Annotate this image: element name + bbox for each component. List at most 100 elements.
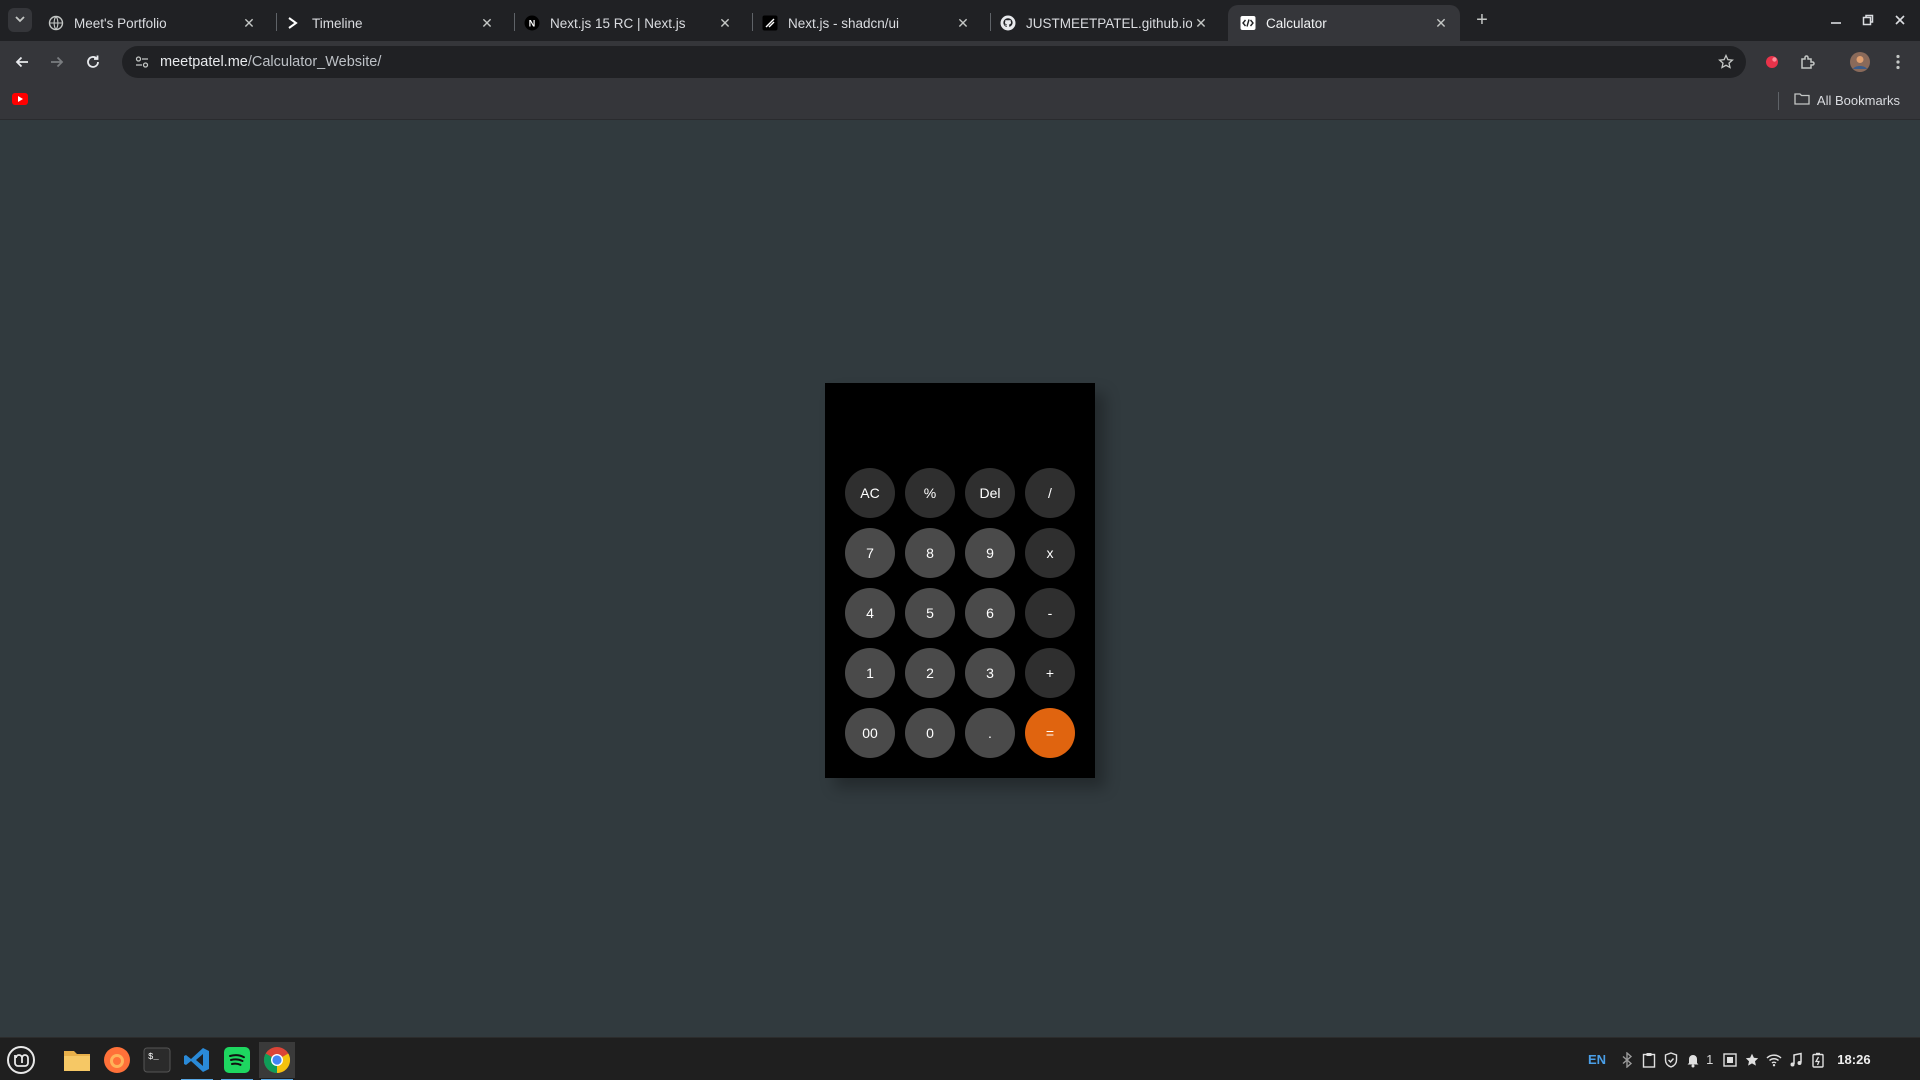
url-host: meetpatel.me (160, 54, 248, 70)
bluetooth-icon[interactable] (1616, 1049, 1638, 1071)
key-1[interactable]: 1 (845, 648, 895, 698)
files-icon[interactable] (59, 1042, 95, 1078)
tab-github-repo[interactable]: JUSTMEETPATEL.github.io/c ✕ (988, 5, 1220, 41)
star-icon[interactable] (1741, 1049, 1763, 1071)
plus-icon: + (1476, 8, 1488, 31)
close-icon[interactable]: ✕ (954, 14, 972, 32)
tab-title: Timeline (312, 15, 363, 31)
extension-red-icon[interactable] (1760, 50, 1784, 74)
calculator-display (837, 393, 1083, 443)
minimize-icon (1831, 22, 1841, 24)
chrome-icon[interactable] (259, 1042, 295, 1080)
nextjs-icon: N (524, 15, 540, 31)
profile-avatar[interactable] (1848, 50, 1872, 74)
code-icon (1240, 15, 1256, 31)
shield-icon[interactable] (1660, 1049, 1682, 1071)
key-2[interactable]: 2 (905, 648, 955, 698)
key-percent[interactable]: % (905, 468, 955, 518)
key-add[interactable]: + (1025, 648, 1075, 698)
browser-toolbar: meetpatel.me/Calculator_Website/ (0, 41, 1920, 83)
key-subtract[interactable]: - (1025, 588, 1075, 638)
key-divide[interactable]: / (1025, 468, 1075, 518)
clock[interactable]: 18:26 (1837, 1052, 1870, 1067)
restore-icon (1862, 14, 1874, 26)
chevron-down-icon (14, 13, 26, 28)
tab-timeline[interactable]: Timeline ✕ (274, 5, 506, 41)
tab-calculator[interactable]: Calculator ✕ (1228, 5, 1460, 41)
key-delete[interactable]: Del (965, 468, 1015, 518)
address-bar[interactable]: meetpatel.me/Calculator_Website/ (122, 46, 1746, 78)
close-icon[interactable]: ✕ (1192, 14, 1210, 32)
tab-search-button[interactable] (8, 8, 32, 32)
bookmark-star-icon[interactable] (1716, 52, 1736, 72)
tab-title: Meet's Portfolio (74, 15, 167, 31)
key-9[interactable]: 9 (965, 528, 1015, 578)
key-8[interactable]: 8 (905, 528, 955, 578)
all-bookmarks-button[interactable]: All Bookmarks (1794, 92, 1900, 109)
wifi-icon[interactable] (1763, 1049, 1785, 1071)
url-path: /Calculator_Website/ (247, 54, 382, 70)
bookmarks-bar: All Bookmarks (0, 83, 1920, 120)
close-window-button[interactable] (1888, 8, 1912, 32)
tab-nextjs-15-rc[interactable]: N Next.js 15 RC | Next.js ✕ (512, 5, 744, 41)
key-4[interactable]: 4 (845, 588, 895, 638)
key-decimal[interactable]: . (965, 708, 1015, 758)
tab-strip: Meet's Portfolio ✕ Timeline ✕ N Next.js … (0, 0, 1920, 41)
key-5[interactable]: 5 (905, 588, 955, 638)
music-note-icon[interactable] (1785, 1049, 1807, 1071)
page-content: AC % Del / 7 8 9 x 4 5 6 - 1 2 3 + 00 0 … (0, 120, 1920, 1037)
github-icon (1000, 15, 1016, 31)
globe-icon (48, 15, 64, 31)
close-icon[interactable]: ✕ (478, 14, 496, 32)
notification-bell-icon[interactable] (1682, 1049, 1704, 1071)
vscode-icon[interactable] (179, 1042, 215, 1080)
folder-icon (1794, 92, 1810, 109)
key-equals[interactable]: = (1025, 708, 1075, 758)
key-6[interactable]: 6 (965, 588, 1015, 638)
close-icon[interactable]: ✕ (716, 14, 734, 32)
keyboard-layout-indicator[interactable]: EN (1588, 1052, 1606, 1067)
tab-shadcn-ui[interactable]: Next.js - shadcn/ui ✕ (750, 5, 982, 41)
site-info-icon[interactable] (132, 52, 152, 72)
url-text[interactable]: meetpatel.me/Calculator_Website/ (160, 54, 381, 70)
close-icon[interactable]: ✕ (1432, 14, 1450, 32)
workspace-icon[interactable] (1719, 1049, 1741, 1071)
firefox-icon[interactable] (99, 1042, 135, 1078)
notification-count: 1 (1706, 1052, 1714, 1067)
close-icon (1895, 15, 1905, 25)
key-3[interactable]: 3 (965, 648, 1015, 698)
shadcn-icon (762, 15, 778, 31)
youtube-bookmark-icon[interactable] (12, 93, 28, 105)
key-0[interactable]: 0 (905, 708, 955, 758)
battery-icon[interactable] (1807, 1049, 1829, 1071)
new-tab-button[interactable]: + (1470, 8, 1494, 32)
key-all-clear[interactable]: AC (845, 468, 895, 518)
spotify-icon[interactable] (219, 1042, 255, 1080)
reload-icon (87, 55, 99, 68)
key-multiply[interactable]: x (1025, 528, 1075, 578)
terminal-icon[interactable]: $_ (139, 1042, 175, 1078)
minimize-button[interactable] (1824, 8, 1848, 32)
back-button[interactable] (8, 48, 36, 76)
tab-title: Next.js 15 RC | Next.js (550, 15, 686, 31)
more-menu-icon[interactable] (1886, 50, 1910, 74)
key-double-zero[interactable]: 00 (845, 708, 895, 758)
system-tray: EN 1 18:26 (1588, 1038, 1871, 1080)
svg-text:$_: $_ (148, 1052, 159, 1062)
close-icon[interactable]: ✕ (240, 14, 258, 32)
restore-button[interactable] (1856, 8, 1880, 32)
tab-title: JUSTMEETPATEL.github.io/c (1026, 15, 1192, 31)
svg-text:N: N (529, 19, 536, 29)
extensions-puzzle-icon[interactable] (1796, 50, 1820, 74)
reload-button[interactable] (79, 48, 107, 76)
terminal-prompt-icon (286, 15, 302, 31)
clipboard-icon[interactable] (1638, 1049, 1660, 1071)
bookmark-divider (1778, 92, 1779, 110)
tab-meets-portfolio[interactable]: Meet's Portfolio ✕ (36, 5, 268, 41)
linux-mint-menu-icon[interactable] (3, 1042, 39, 1078)
tab-title: Calculator (1266, 15, 1327, 31)
key-7[interactable]: 7 (845, 528, 895, 578)
tab-title: Next.js - shadcn/ui (788, 15, 900, 31)
forward-button[interactable] (43, 48, 71, 76)
arrow-right-icon (51, 56, 64, 68)
